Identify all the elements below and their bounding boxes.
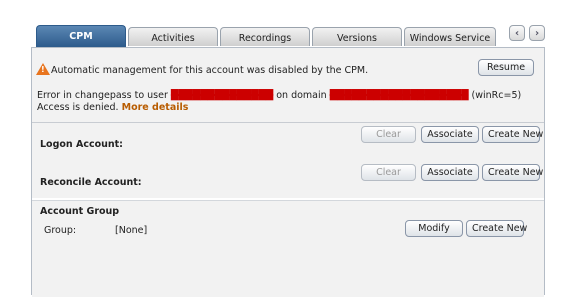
logon-associate-button[interactable]: Associate	[421, 126, 479, 143]
logon-account-label: Logon Account:	[40, 139, 123, 150]
logon-clear-button[interactable]: Clear	[361, 126, 416, 143]
tab-cpm[interactable]: CPM	[36, 25, 126, 47]
chevron-left-icon: ‹	[514, 27, 520, 39]
error-prefix: Error in changepass to user	[37, 90, 168, 101]
modify-button[interactable]: Modify	[405, 220, 463, 237]
alert-message: Automatic management for this account wa…	[51, 65, 369, 76]
reconcile-associate-button[interactable]: Associate	[421, 164, 479, 181]
chevron-right-icon: ›	[534, 27, 540, 39]
tab-windows-service[interactable]: Windows Service	[404, 27, 496, 46]
redacted-user: ██████████████	[170, 90, 274, 101]
group-field-value: [None]	[115, 225, 148, 236]
account-group-title: Account Group	[40, 206, 120, 217]
more-details-link[interactable]: More details	[122, 102, 189, 113]
error-message: Error in changepass to user ████████████…	[37, 90, 537, 114]
on-domain-text: on domain	[276, 90, 327, 101]
reconcile-account-label: Reconcile Account:	[40, 177, 142, 188]
tab-recordings[interactable]: Recordings	[220, 27, 310, 46]
group-create-new-button[interactable]: Create New	[466, 220, 527, 237]
scroll-right-button[interactable]: ›	[529, 25, 545, 41]
group-field-label: Group:	[44, 225, 77, 236]
alert-box: ! Automatic management for this account …	[32, 48, 544, 123]
warning-icon: !	[36, 63, 50, 75]
reconcile-clear-button[interactable]: Clear	[361, 164, 416, 181]
cpm-panel: ! Automatic management for this account …	[31, 47, 545, 297]
account-group-section: Account Group Group: [None] Modify Creat…	[32, 200, 544, 297]
tab-activities[interactable]: Activities	[128, 27, 218, 46]
tab-versions[interactable]: Versions	[312, 27, 402, 46]
accounts-section: Logon Account: Clear Associate Create Ne…	[32, 123, 544, 198]
scroll-left-button[interactable]: ‹	[509, 25, 525, 41]
reconcile-create-new-button[interactable]: Create New	[482, 164, 543, 181]
redacted-domain: ███████████████████	[329, 90, 469, 101]
resume-button[interactable]: Resume	[478, 59, 534, 76]
logon-create-new-button[interactable]: Create New	[482, 126, 543, 143]
